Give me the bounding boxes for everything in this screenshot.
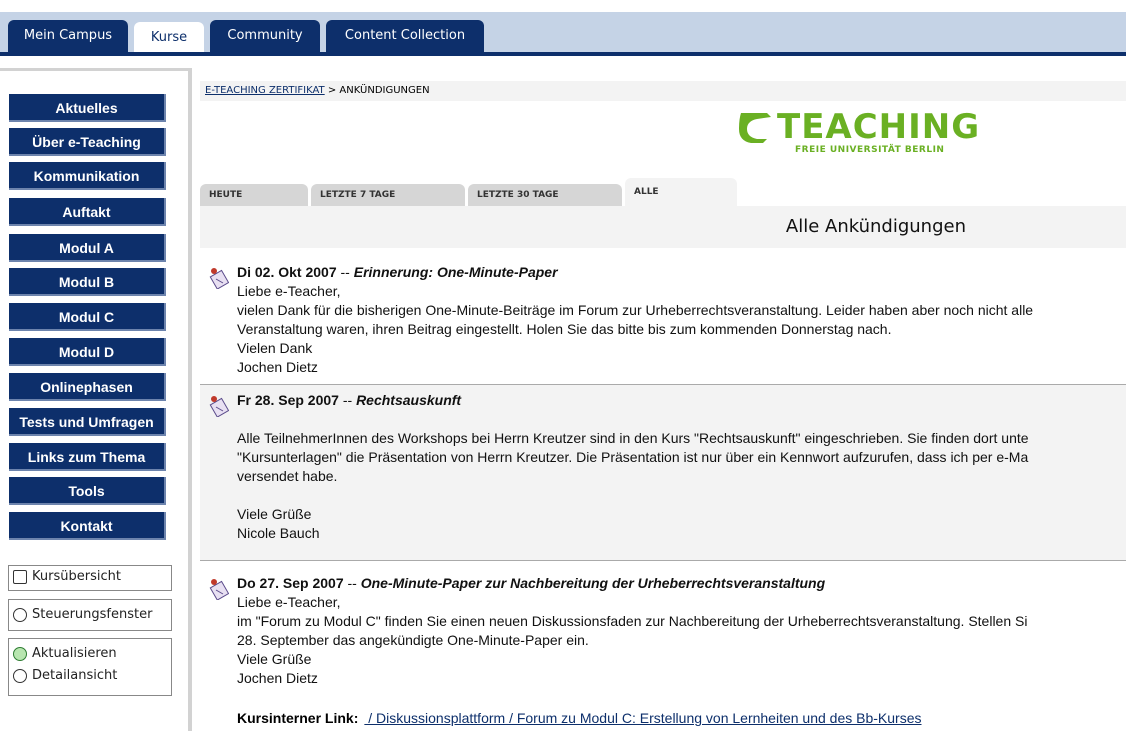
announcement-line: "Kursunterlagen" die Präsentation von He… [237,449,1029,465]
tool-aktualisieren-label: Aktualisieren [32,646,117,661]
announcement-line: Jochen Dietz [237,359,318,375]
announcement-item: Fr 28. Sep 2007 -- Rechtsauskunft Alle T… [200,384,1126,561]
announcement-header: Di 02. Okt 2007 -- Erinnerung: One-Minut… [237,263,1033,282]
tool-aktualisieren[interactable]: Aktualisieren [9,643,171,665]
nav-onlinephasen[interactable]: Onlinephasen [9,373,166,401]
refresh-icon [13,647,27,661]
nav-links-zum-thema[interactable]: Links zum Thema [9,443,166,471]
announcement-icon [209,579,229,600]
announcement-dash: -- [338,392,357,408]
announcement-line: Viele Grüße [237,651,312,667]
nav-kontakt[interactable]: Kontakt [9,512,166,540]
nav-tests-umfragen[interactable]: Tests und Umfragen [9,408,166,436]
announcement-icon [209,268,229,289]
tool-kursuebersicht[interactable]: Kursübersicht [9,566,171,588]
filter-tabs: HEUTE LETZTE 7 TAGE LETZTE 30 TAGE ALLE [200,178,1126,206]
announcement-line: Viele Grüße [237,506,312,522]
book-icon [13,570,27,584]
tool-detailansicht-label: Detailansicht [32,668,118,683]
announcement-line: Jochen Dietz [237,670,318,686]
logo-title: TEACHING [777,107,981,147]
breadcrumb-separator: > [324,85,340,96]
announcement-item: Do 27. Sep 2007 -- One-Minute-Paper zur … [200,568,1126,731]
announcement-dash: -- [343,575,361,591]
announcement-line: Nicole Bauch [237,525,320,541]
announcement-icon [209,396,229,417]
tool-steuerungsfenster-box[interactable]: Steuerungsfenster [8,599,172,631]
e-logo-icon [739,113,771,143]
main-content: E-TEACHING ZERTIFIKAT > ANKÜNDIGUNGEN TE… [192,71,1126,731]
announcement-item: Di 02. Okt 2007 -- Erinnerung: One-Minut… [200,257,1126,383]
announcement-line: Liebe e-Teacher, [237,594,341,610]
internal-link-row: Kursinterner Link: / Diskussionsplattfor… [237,710,922,726]
breadcrumb-current: ANKÜNDIGUNGEN [339,85,430,96]
announcement-title: Erinnerung: One-Minute-Paper [353,264,558,280]
breadcrumb-course-link[interactable]: E-TEACHING ZERTIFIKAT [205,85,325,96]
announcement-line: Liebe e-Teacher, [237,283,341,299]
announcement-line: Veranstaltung waren, ihren Beitrag einge… [237,321,892,337]
tab-content-collection[interactable]: Content Collection [326,20,484,52]
announcement-line: versendet habe. [237,468,338,484]
tool-kursuebersicht-label: Kursübersicht [32,569,121,584]
internal-link[interactable]: / Diskussionsplattform / Forum zu Modul … [364,710,921,726]
announcement-body: Di 02. Okt 2007 -- Erinnerung: One-Minut… [237,263,1033,377]
announcement-line: vielen Dank für die bisherigen One-Minut… [237,302,1034,318]
nav-modul-a[interactable]: Modul A [9,234,166,262]
nav-modul-c[interactable]: Modul C [9,303,166,331]
nav-ueber-eteaching[interactable]: Über e-Teaching [9,128,166,156]
tab-mein-campus[interactable]: Mein Campus [8,20,128,52]
announcement-line: im "Forum zu Modul C" finden Sie einen n… [237,613,1028,629]
tab-heute[interactable]: HEUTE [200,184,308,206]
nav-kommunikation[interactable]: Kommunikation [9,162,166,190]
announcement-line: Alle TeilnehmerInnen des Workshops bei H… [237,430,1029,446]
tool-steuerungsfenster[interactable]: Steuerungsfenster [9,604,171,626]
tool-detailansicht[interactable]: Detailansicht [9,665,171,687]
control-window-icon [13,608,27,622]
nav-aktuelles[interactable]: Aktuelles [9,94,166,122]
announcement-title: Rechtsauskunft [356,392,462,408]
announcement-body: Do 27. Sep 2007 -- One-Minute-Paper zur … [237,574,1027,688]
internal-link-label: Kursinterner Link: [237,710,359,726]
announcement-header: Do 27. Sep 2007 -- One-Minute-Paper zur … [237,574,1027,593]
tab-community[interactable]: Community [210,20,320,52]
announcement-header: Fr 28. Sep 2007 -- Rechtsauskunft [237,391,1029,410]
tab-kurse[interactable]: Kurse [134,22,204,56]
nav-top-divider [0,68,190,71]
announcement-date: Fr 28. Sep 2007 [237,392,339,408]
announcement-title: One-Minute-Paper zur Nachbereitung der U… [360,575,826,591]
top-tab-bar: Mein Campus Kurse Community Content Coll… [0,0,1126,56]
logo-subtitle: FREIE UNIVERSITÄT BERLIN [795,145,945,155]
nav-modul-b[interactable]: Modul B [9,268,166,296]
page-title: Alle Ankündigungen [785,216,966,237]
announcement-body: Fr 28. Sep 2007 -- Rechtsauskunft Alle T… [237,391,1029,543]
announcement-line: 28. September das angekündigte One-Minut… [237,632,589,648]
tab-letzte-30-tage[interactable]: LETZTE 30 TAGE [468,184,622,206]
announcement-line [237,486,1029,505]
detail-view-icon [13,669,27,683]
tool-actions-box: Aktualisieren Detailansicht [8,638,172,696]
announcement-line [237,410,1029,429]
nav-auftakt[interactable]: Auftakt [9,198,166,226]
announcement-date: Di 02. Okt 2007 [237,264,337,280]
top-tab-underline [0,52,1126,56]
page-header: Alle Ankündigungen [200,206,1126,248]
tool-steuerungsfenster-label: Steuerungsfenster [32,607,153,622]
breadcrumb: E-TEACHING ZERTIFIKAT > ANKÜNDIGUNGEN [200,81,1126,101]
tool-kursuebersicht-box[interactable]: Kursübersicht [8,565,172,591]
nav-tools[interactable]: Tools [9,477,166,505]
tab-letzte-7-tage[interactable]: LETZTE 7 TAGE [311,184,465,206]
announcement-dash: -- [336,264,354,280]
announcement-line: Vielen Dank [237,340,313,356]
tab-alle[interactable]: ALLE [625,178,737,206]
nav-modul-d[interactable]: Modul D [9,338,166,366]
announcement-date: Do 27. Sep 2007 [237,575,344,591]
